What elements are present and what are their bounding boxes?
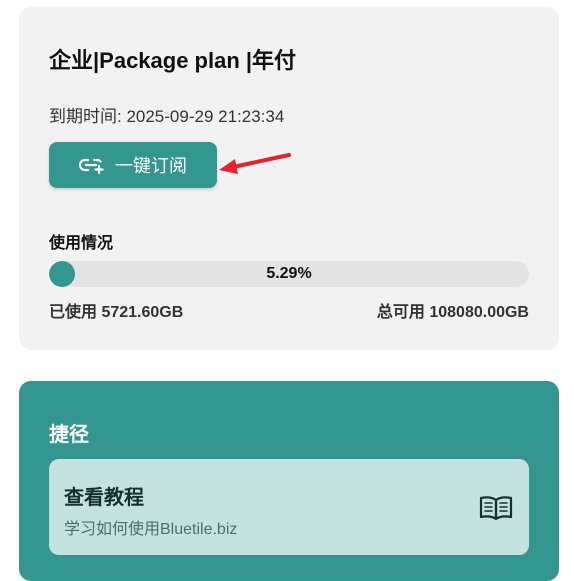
plan-title: 企业|Package plan |年付: [49, 48, 297, 73]
shortcuts-title: 捷径: [49, 424, 89, 446]
expire-time: 到期时间: 2025-09-29 21:23:34: [49, 107, 285, 126]
subscribe-button-label: 一键订阅: [115, 156, 187, 176]
link-plus-icon: [79, 156, 105, 174]
one-click-subscribe-button[interactable]: 一键订阅: [49, 142, 217, 188]
total-available: 总可用 108080.00GB: [376, 304, 529, 321]
used-amount: 已使用 5721.60GB: [49, 304, 184, 321]
book-open-icon: [479, 495, 513, 526]
plan-card: 企业|Package plan |年付 到期时间: 2025-09-29 21:…: [19, 7, 559, 350]
red-arrow-annotation: [219, 153, 291, 174]
usage-progress-bar: 5.29%: [49, 261, 529, 287]
tutorial-subtitle: 学习如何使用Bluetile.biz: [64, 521, 238, 538]
view-tutorial-link[interactable]: 查看教程 学习如何使用Bluetile.biz: [49, 459, 529, 555]
shortcuts-card: 捷径 查看教程 学习如何使用Bluetile.biz: [19, 381, 559, 581]
usage-label: 使用情况: [49, 235, 114, 252]
tutorial-title: 查看教程: [64, 487, 144, 509]
usage-percent: 5.29%: [266, 265, 312, 282]
